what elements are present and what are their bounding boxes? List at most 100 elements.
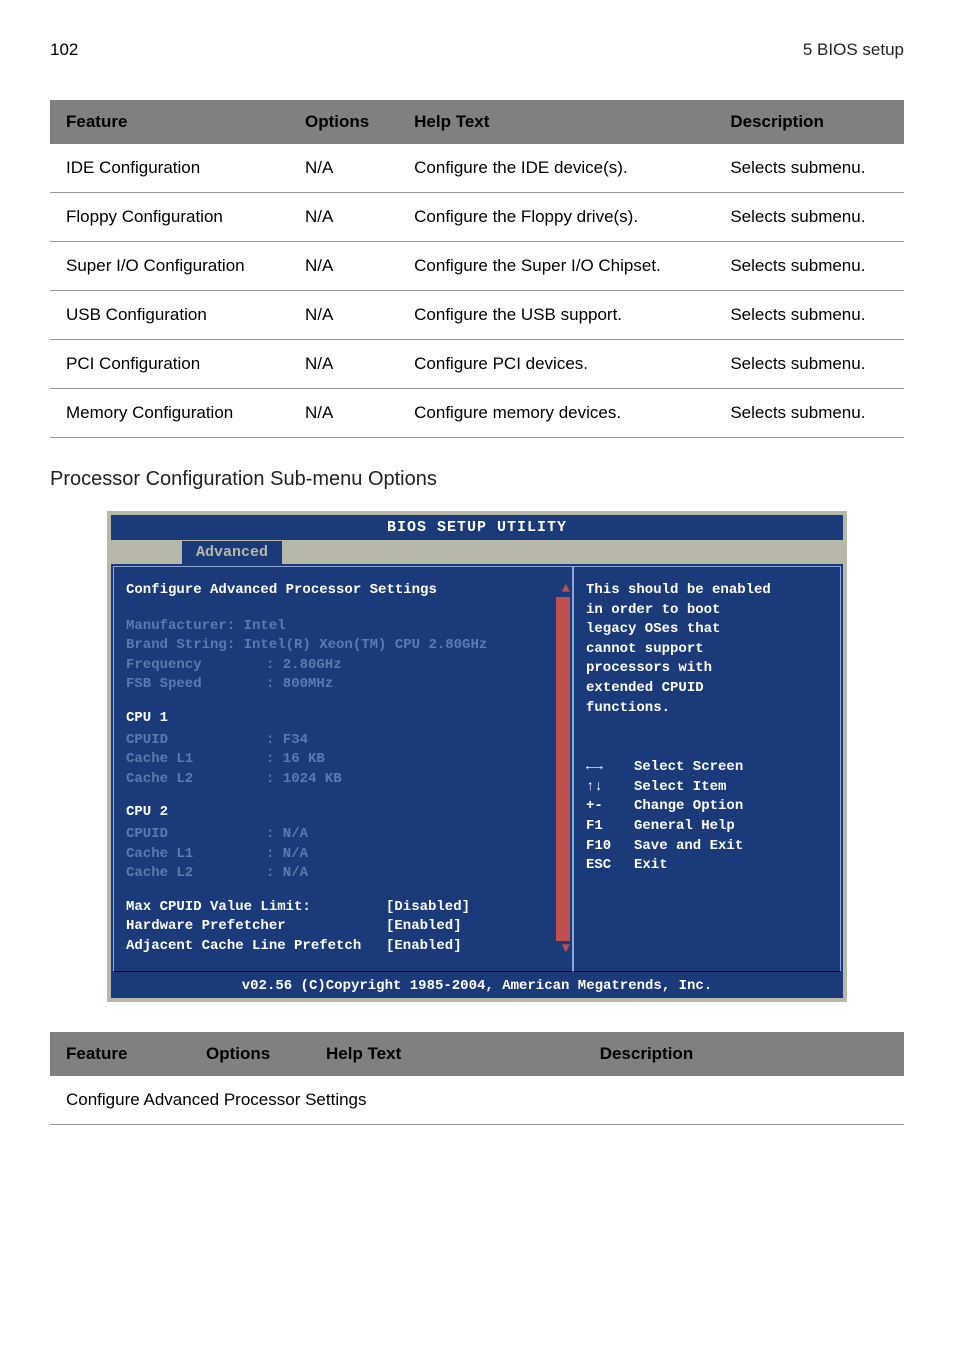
key-plusminus-icon: +- bbox=[586, 797, 634, 817]
bios-fsb: FSB Speed : 800MHz bbox=[126, 675, 560, 695]
table-row: Floppy Configuration N/A Configure the F… bbox=[50, 193, 904, 242]
bios-cpu2-l2: Cache L2 : N/A bbox=[126, 864, 560, 884]
bios-cpuid-val: : N/A bbox=[266, 825, 308, 845]
bios-opt-label: Max CPUID Value Limit: bbox=[126, 898, 386, 918]
bios-help-line: cannot support bbox=[586, 640, 828, 660]
submenu-table: Feature Options Help Text Description ID… bbox=[50, 100, 904, 438]
table-row: PCI Configuration N/A Configure PCI devi… bbox=[50, 340, 904, 389]
bios-opt-label: Adjacent Cache Line Prefetch bbox=[126, 937, 386, 957]
bios-cpuid-label: CPUID bbox=[126, 731, 266, 751]
key-desc: Change Option bbox=[634, 797, 743, 817]
cell-help: Configure the Super I/O Chipset. bbox=[398, 242, 714, 291]
bios-key-row: ←→ Select Screen bbox=[586, 758, 828, 778]
table-row: Super I/O Configuration N/A Configure th… bbox=[50, 242, 904, 291]
bios-help-line: processors with bbox=[586, 659, 828, 679]
col-desc: Description bbox=[714, 100, 904, 144]
col-feature: Feature bbox=[50, 100, 289, 144]
bios-freq-val: : 2.80GHz bbox=[266, 656, 342, 676]
cell-feature: IDE Configuration bbox=[50, 144, 289, 193]
cell-feature: PCI Configuration bbox=[50, 340, 289, 389]
bios-key-row: ↑↓ Select Item bbox=[586, 778, 828, 798]
bios-opt-val: [Enabled] bbox=[386, 937, 462, 957]
cell-options: N/A bbox=[289, 340, 398, 389]
bios-opt-label: Hardware Prefetcher bbox=[126, 917, 386, 937]
bios-cpu2-title: CPU 2 bbox=[126, 803, 560, 823]
bios-opt-val: [Enabled] bbox=[386, 917, 462, 937]
bios-keys-list: ←→ Select Screen ↑↓ Select Item +- Chang… bbox=[586, 758, 828, 876]
key-esc: ESC bbox=[586, 856, 634, 876]
cell-span: Configure Advanced Processor Settings bbox=[50, 1076, 904, 1125]
subheading: Processor Configuration Sub-menu Options bbox=[50, 468, 904, 491]
bios-title: BIOS SETUP UTILITY bbox=[111, 515, 843, 540]
bios-cpuid-label: CPUID bbox=[126, 825, 266, 845]
bios-help-line: functions. bbox=[586, 699, 828, 719]
bios-l1-label: Cache L1 bbox=[126, 845, 266, 865]
table-header-row: Feature Options Help Text Description bbox=[50, 100, 904, 144]
cell-help: Configure the Floppy drive(s). bbox=[398, 193, 714, 242]
bios-l2-val: : 1024 KB bbox=[266, 770, 342, 790]
bios-key-row: F10 Save and Exit bbox=[586, 837, 828, 857]
key-f1: F1 bbox=[586, 817, 634, 837]
cell-desc: Selects submenu. bbox=[714, 242, 904, 291]
cell-desc: Selects submenu. bbox=[714, 389, 904, 438]
cell-desc: Selects submenu. bbox=[714, 291, 904, 340]
bios-cpu2-l1: Cache L1 : N/A bbox=[126, 845, 560, 865]
bios-footer: v02.56 (C)Copyright 1985-2004, American … bbox=[111, 974, 843, 998]
bios-l1-val: : N/A bbox=[266, 845, 308, 865]
scroll-up-icon[interactable]: ▲ bbox=[562, 581, 570, 597]
cell-help: Configure PCI devices. bbox=[398, 340, 714, 389]
cell-desc: Selects submenu. bbox=[714, 193, 904, 242]
bios-cpuid-val: : F34 bbox=[266, 731, 308, 751]
cell-options: N/A bbox=[289, 242, 398, 291]
col-desc: Description bbox=[584, 1032, 904, 1076]
cell-help: Configure the USB support. bbox=[398, 291, 714, 340]
bios-right-panel: This should be enabled in order to boot … bbox=[573, 566, 841, 972]
bios-l2-label: Cache L2 bbox=[126, 864, 266, 884]
bios-l1-val: : 16 KB bbox=[266, 750, 325, 770]
bios-option-adj-cache[interactable]: Adjacent Cache Line Prefetch [Enabled] bbox=[126, 937, 560, 957]
scrollbar-thumb[interactable] bbox=[556, 597, 570, 941]
table-row: IDE Configuration N/A Configure the IDE … bbox=[50, 144, 904, 193]
key-desc: Save and Exit bbox=[634, 837, 743, 857]
page-header: 102 5 BIOS setup bbox=[50, 40, 904, 60]
bios-brand: Brand String: Intel(R) Xeon(TM) CPU 2.80… bbox=[126, 636, 560, 656]
bios-option-max-cpuid[interactable]: Max CPUID Value Limit: [Disabled] bbox=[126, 898, 560, 918]
bios-cpu2-cpuid: CPUID : N/A bbox=[126, 825, 560, 845]
col-feature: Feature bbox=[50, 1032, 190, 1076]
bios-left-panel: ▲ ▼ Configure Advanced Processor Setting… bbox=[113, 566, 573, 972]
table-row: USB Configuration N/A Configure the USB … bbox=[50, 291, 904, 340]
key-arrows-ud-icon: ↑↓ bbox=[586, 778, 634, 798]
col-options: Options bbox=[289, 100, 398, 144]
bios-key-row: ESC Exit bbox=[586, 856, 828, 876]
bios-l2-val: : N/A bbox=[266, 864, 308, 884]
page-number: 102 bbox=[50, 40, 78, 60]
scroll-down-icon[interactable]: ▼ bbox=[562, 941, 570, 957]
cell-options: N/A bbox=[289, 291, 398, 340]
table-row: Configure Advanced Processor Settings bbox=[50, 1076, 904, 1125]
cell-desc: Selects submenu. bbox=[714, 144, 904, 193]
bios-cpu1-cpuid: CPUID : F34 bbox=[126, 731, 560, 751]
key-desc: Exit bbox=[634, 856, 668, 876]
cell-help: Configure the IDE device(s). bbox=[398, 144, 714, 193]
bios-help-line: in order to boot bbox=[586, 601, 828, 621]
key-desc: General Help bbox=[634, 817, 735, 837]
cell-feature: Floppy Configuration bbox=[50, 193, 289, 242]
bios-freq-label: Frequency bbox=[126, 656, 266, 676]
cell-options: N/A bbox=[289, 193, 398, 242]
table-row: Memory Configuration N/A Configure memor… bbox=[50, 389, 904, 438]
bios-help-line: legacy OSes that bbox=[586, 620, 828, 640]
key-f10: F10 bbox=[586, 837, 634, 857]
bios-l2-label: Cache L2 bbox=[126, 770, 266, 790]
cell-feature: Memory Configuration bbox=[50, 389, 289, 438]
cell-options: N/A bbox=[289, 389, 398, 438]
bios-tab-advanced[interactable]: Advanced bbox=[181, 540, 283, 564]
bios-frequency: Frequency : 2.80GHz bbox=[126, 656, 560, 676]
bios-key-row: +- Change Option bbox=[586, 797, 828, 817]
bios-help-line: This should be enabled bbox=[586, 581, 828, 601]
section-title: 5 BIOS setup bbox=[803, 40, 904, 60]
bios-cpu1-l1: Cache L1 : 16 KB bbox=[126, 750, 560, 770]
bios-option-hw-prefetch[interactable]: Hardware Prefetcher [Enabled] bbox=[126, 917, 560, 937]
bios-tab-bar: Advanced bbox=[111, 540, 843, 564]
col-help: Help Text bbox=[310, 1032, 584, 1076]
cell-help: Configure memory devices. bbox=[398, 389, 714, 438]
